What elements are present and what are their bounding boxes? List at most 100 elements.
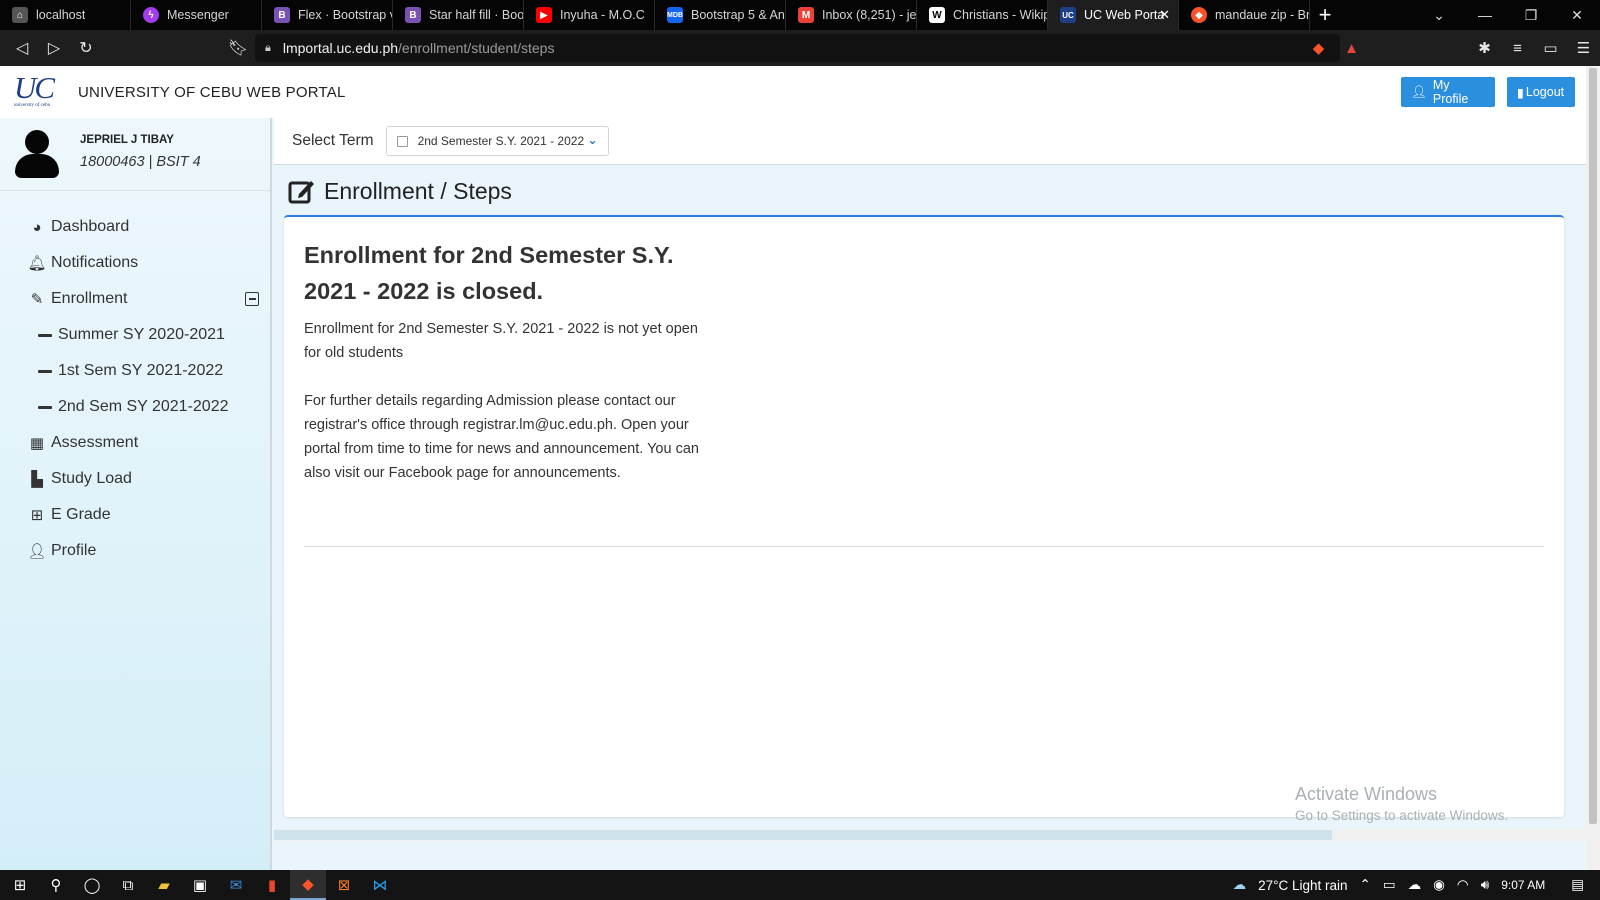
browser-tab[interactable]: BFlex · Bootstrap v5: [262, 0, 393, 30]
back-icon[interactable]: ◁: [6, 32, 38, 64]
logout-button[interactable]: ▮ Logout: [1507, 77, 1575, 107]
user-info: JEPRIEL J TIBAY 18000463 | BSIT 4: [0, 118, 270, 191]
menu-icon[interactable]: ☰: [1567, 39, 1600, 57]
card-paragraph: Enrollment for 2nd Semester S.Y. 2021 - …: [304, 321, 698, 361]
my-profile-button[interactable]: 👤︎ My Profile: [1401, 77, 1495, 107]
volume-icon[interactable]: 🔊︎: [1481, 877, 1490, 893]
lock-icon: 🔒︎: [265, 41, 271, 54]
vertical-scrollbar[interactable]: [1586, 66, 1600, 870]
system-tray: ☁ 27°C Light rain ⌃ ▭ ☁ ◉ ◠ 🔊︎ 9:07 AM ▤: [1227, 870, 1600, 900]
bookmark-icon[interactable]: 🔖︎: [222, 32, 254, 64]
term-bar: Select Term 2nd Semester S.Y. 2021 - 202…: [274, 118, 1586, 165]
weather-icon[interactable]: ☁: [1233, 877, 1247, 893]
sidebar-item-study-load[interactable]: ▙ Study Load: [0, 461, 270, 497]
dash-icon: [38, 333, 52, 337]
store-icon[interactable]: ▣: [182, 870, 218, 900]
page-title: Enrollment / Steps: [324, 177, 512, 204]
brave-shields-icon[interactable]: ◆: [1302, 39, 1335, 57]
clock[interactable]: 9:07 AM: [1501, 878, 1545, 892]
search-icon[interactable]: ⚲: [38, 870, 74, 900]
chevron-down-icon: ⌄: [587, 133, 598, 147]
sidebar-item-2nd-sem-2021-2022[interactable]: 2nd Sem SY 2021-2022: [0, 389, 270, 425]
edit-icon: [288, 181, 314, 204]
localhost-icon: ⌂: [12, 7, 28, 23]
term-select[interactable]: 2nd Semester S.Y. 2021 - 2022 ⌄: [385, 126, 609, 156]
horizontal-scrollbar[interactable]: [274, 829, 1586, 841]
browser-tab[interactable]: ◆ mandaue zip - Bra: [1179, 0, 1310, 30]
sidebar-menu: ◕ Dashboard 🔔︎ Notifications ✎ Enrollmen…: [0, 191, 270, 569]
new-tab-button[interactable]: +: [1310, 0, 1340, 30]
dash-icon: [38, 369, 52, 373]
office-icon[interactable]: ▮: [254, 870, 290, 900]
browser-tab[interactable]: ϟ Messenger: [131, 0, 262, 30]
card-paragraph: For further details regarding Admission …: [304, 393, 699, 481]
youtube-icon: ▶: [536, 7, 552, 23]
collapse-icon[interactable]: [245, 292, 259, 306]
sidebar-item-enrollment[interactable]: ✎ Enrollment: [0, 281, 270, 317]
sidebar-item-dashboard[interactable]: ◕ Dashboard: [0, 209, 270, 245]
playlist-icon[interactable]: ≡: [1501, 40, 1534, 57]
windows-start-icon[interactable]: ⊞: [2, 870, 38, 900]
browser-extensions: ◆ ▲ ✱ ≡ ▭ ☰: [1302, 30, 1600, 66]
user-icon: 👤︎: [1411, 84, 1427, 99]
cortana-icon[interactable]: ◯: [74, 870, 110, 900]
portal-title: UNIVERSITY OF CEBU WEB PORTAL: [78, 83, 346, 101]
close-icon[interactable]: ✕: [1159, 7, 1170, 23]
wallet-icon[interactable]: ▭: [1534, 39, 1567, 57]
browser-tab[interactable]: W Christians - Wikipe: [917, 0, 1048, 30]
sidebar-item-profile[interactable]: 👤︎ Profile: [0, 533, 270, 569]
sidebar-item-summer-2020-2021[interactable]: Summer SY 2020-2021: [0, 317, 270, 353]
avatar: [15, 130, 59, 178]
browser-tab-bar: ⌂ localhost ϟ Messenger B Flex · Bootstrap …: [0, 0, 1600, 30]
browser-tab[interactable]: BStar half fill · Boots: [393, 0, 524, 30]
url-bar[interactable]: 🔒︎ lmportal.uc.edu.ph/enrollment/student…: [255, 34, 1340, 62]
bootstrap-icon: B: [405, 7, 421, 23]
sidebar-item-assessment[interactable]: ▦ Assessment: [0, 425, 270, 461]
weather-text[interactable]: 27°C Light rain: [1258, 878, 1347, 893]
browser-tab[interactable]: ▶ Inyuha - M.O.C: [524, 0, 655, 30]
taskbar: ⊞ ⚲ ◯ ⧉ ▰ ▣ ✉ ▮ ◆ ⊠ ⋈ ☁ 27°C Light rain …: [0, 870, 1600, 900]
dashboard-icon: ◕: [32, 218, 42, 236]
minimize-icon[interactable]: —: [1462, 0, 1508, 30]
close-window-icon[interactable]: ✕: [1554, 0, 1600, 30]
briefcase-icon: ▙: [31, 471, 43, 488]
sidebar-item-1st-sem-2021-2022[interactable]: 1st Sem SY 2021-2022: [0, 353, 270, 389]
divider: [304, 546, 1544, 547]
onedrive-icon[interactable]: ☁: [1408, 877, 1422, 893]
browser-tab[interactable]: ⌂ localhost: [0, 0, 131, 30]
extensions-icon[interactable]: ✱: [1468, 39, 1501, 57]
browser-tab[interactable]: M Inbox (8,251) - jep: [786, 0, 917, 30]
wifi-icon[interactable]: ◠: [1457, 877, 1469, 893]
user-name: JEPRIEL J TIBAY: [80, 134, 174, 146]
reload-icon[interactable]: ↻: [70, 32, 102, 64]
portal-header: UC university of cebu UNIVERSITY OF CEBU…: [0, 66, 1586, 118]
browser-tab-active[interactable]: UC UC Web Porta ✕: [1048, 0, 1179, 30]
notification-center-icon[interactable]: ▤: [1571, 877, 1584, 893]
uc-logo[interactable]: UC university of cebu: [12, 70, 66, 112]
url-host: lmportal.uc.edu.ph: [282, 40, 399, 56]
page-heading: Enrollment / Steps: [274, 165, 1586, 217]
dash-icon: [38, 405, 52, 409]
sidebar-item-e-grade[interactable]: ⊞ E Grade: [0, 497, 270, 533]
user-icon: 👤︎: [27, 543, 47, 560]
enrollment-status-card: Enrollment for 2nd Semester S.Y. 2021 - …: [284, 215, 1564, 817]
table-icon: ⊞: [30, 507, 44, 524]
brave-browser-icon[interactable]: ◆: [290, 870, 326, 900]
meet-now-icon[interactable]: ◉: [1433, 877, 1445, 893]
task-view-icon[interactable]: ⧉: [110, 870, 146, 900]
sidebar-item-notifications[interactable]: 🔔︎ Notifications: [0, 245, 270, 281]
restore-icon[interactable]: ❐: [1508, 0, 1554, 30]
forward-icon[interactable]: ▷: [38, 32, 70, 64]
term-selected-value: 2nd Semester S.Y. 2021 - 2022: [417, 134, 585, 148]
file-explorer-icon[interactable]: ▰: [146, 870, 182, 900]
browser-tab[interactable]: MDB Bootstrap 5 & Ang: [655, 0, 786, 30]
tab-search-icon[interactable]: ⌄: [1416, 0, 1462, 30]
battery-icon[interactable]: ▭: [1383, 877, 1396, 893]
chevron-up-icon[interactable]: ⌃: [1360, 877, 1371, 893]
wikipedia-icon: W: [929, 7, 945, 23]
mail-icon[interactable]: ✉: [218, 870, 254, 900]
xampp-icon[interactable]: ⊠: [326, 870, 362, 900]
vscode-icon[interactable]: ⋈: [362, 870, 398, 900]
card-title: Enrollment for 2nd Semester S.Y. 2021 - …: [304, 242, 674, 304]
brave-rewards-icon[interactable]: ▲: [1335, 40, 1368, 57]
